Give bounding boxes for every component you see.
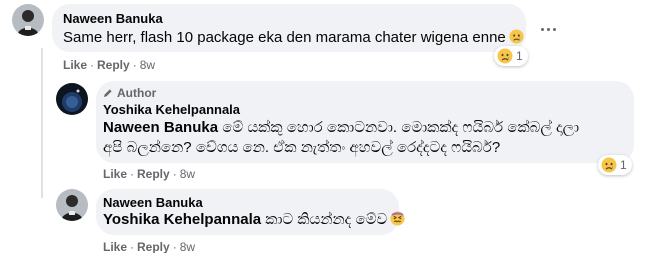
comment-text: Same herr, flash 10 package eka den mara… xyxy=(63,28,524,48)
more-options-icon[interactable] xyxy=(534,19,562,39)
comment-author[interactable]: Yoshika Kehelpannala xyxy=(103,102,240,117)
comment-body: කාට කියන්නද මේව xyxy=(265,211,388,228)
comment-actions: Like · Reply · 8w xyxy=(63,58,156,72)
timestamp[interactable]: 8w xyxy=(140,58,155,72)
pencil-icon xyxy=(104,89,112,97)
reaction-count: 1 xyxy=(620,158,627,172)
comment-text: Naween Banuka මේ යක්කු හොර කොටනවා. මොකක්… xyxy=(103,118,583,158)
reply-button[interactable]: Reply xyxy=(137,167,170,181)
timestamp[interactable]: 8w xyxy=(180,240,195,253)
reply-button[interactable]: Reply xyxy=(97,58,130,72)
avatar[interactable] xyxy=(56,189,88,221)
confounded-emoji-icon xyxy=(390,211,405,226)
badge-label: Author xyxy=(117,86,157,100)
comment-author[interactable]: Naween Banuka xyxy=(103,195,203,210)
like-button[interactable]: Like xyxy=(103,240,127,253)
reply-button[interactable]: Reply xyxy=(137,240,170,253)
comment-actions: Like · Reply · 8w xyxy=(103,167,196,181)
sad-reaction-icon xyxy=(601,157,617,173)
comment-author[interactable]: Naween Banuka xyxy=(63,11,163,26)
mention-link[interactable]: Naween Banuka xyxy=(103,119,218,136)
avatar[interactable] xyxy=(12,4,44,36)
reaction-summary[interactable]: 1 xyxy=(494,46,528,66)
comment-actions: Like · Reply · 8w xyxy=(103,240,196,253)
sad-emoji-icon xyxy=(509,29,524,44)
author-badge: Author xyxy=(103,86,156,100)
reaction-count: 1 xyxy=(516,49,523,63)
thread-connector xyxy=(41,48,43,198)
comment-thread: Naween Banuka Same herr, flash 10 packag… xyxy=(0,0,670,253)
reaction-summary[interactable]: 1 xyxy=(598,155,632,175)
avatar[interactable] xyxy=(56,83,88,115)
comment-text: Yoshika Kehelpannala කාට කියන්නද මේව xyxy=(103,210,405,230)
sad-reaction-icon xyxy=(497,48,513,64)
timestamp[interactable]: 8w xyxy=(180,167,195,181)
mention-link[interactable]: Yoshika Kehelpannala xyxy=(103,211,261,228)
like-button[interactable]: Like xyxy=(103,167,127,181)
comment-body: Same herr, flash 10 package eka den mara… xyxy=(63,29,506,46)
like-button[interactable]: Like xyxy=(63,58,87,72)
